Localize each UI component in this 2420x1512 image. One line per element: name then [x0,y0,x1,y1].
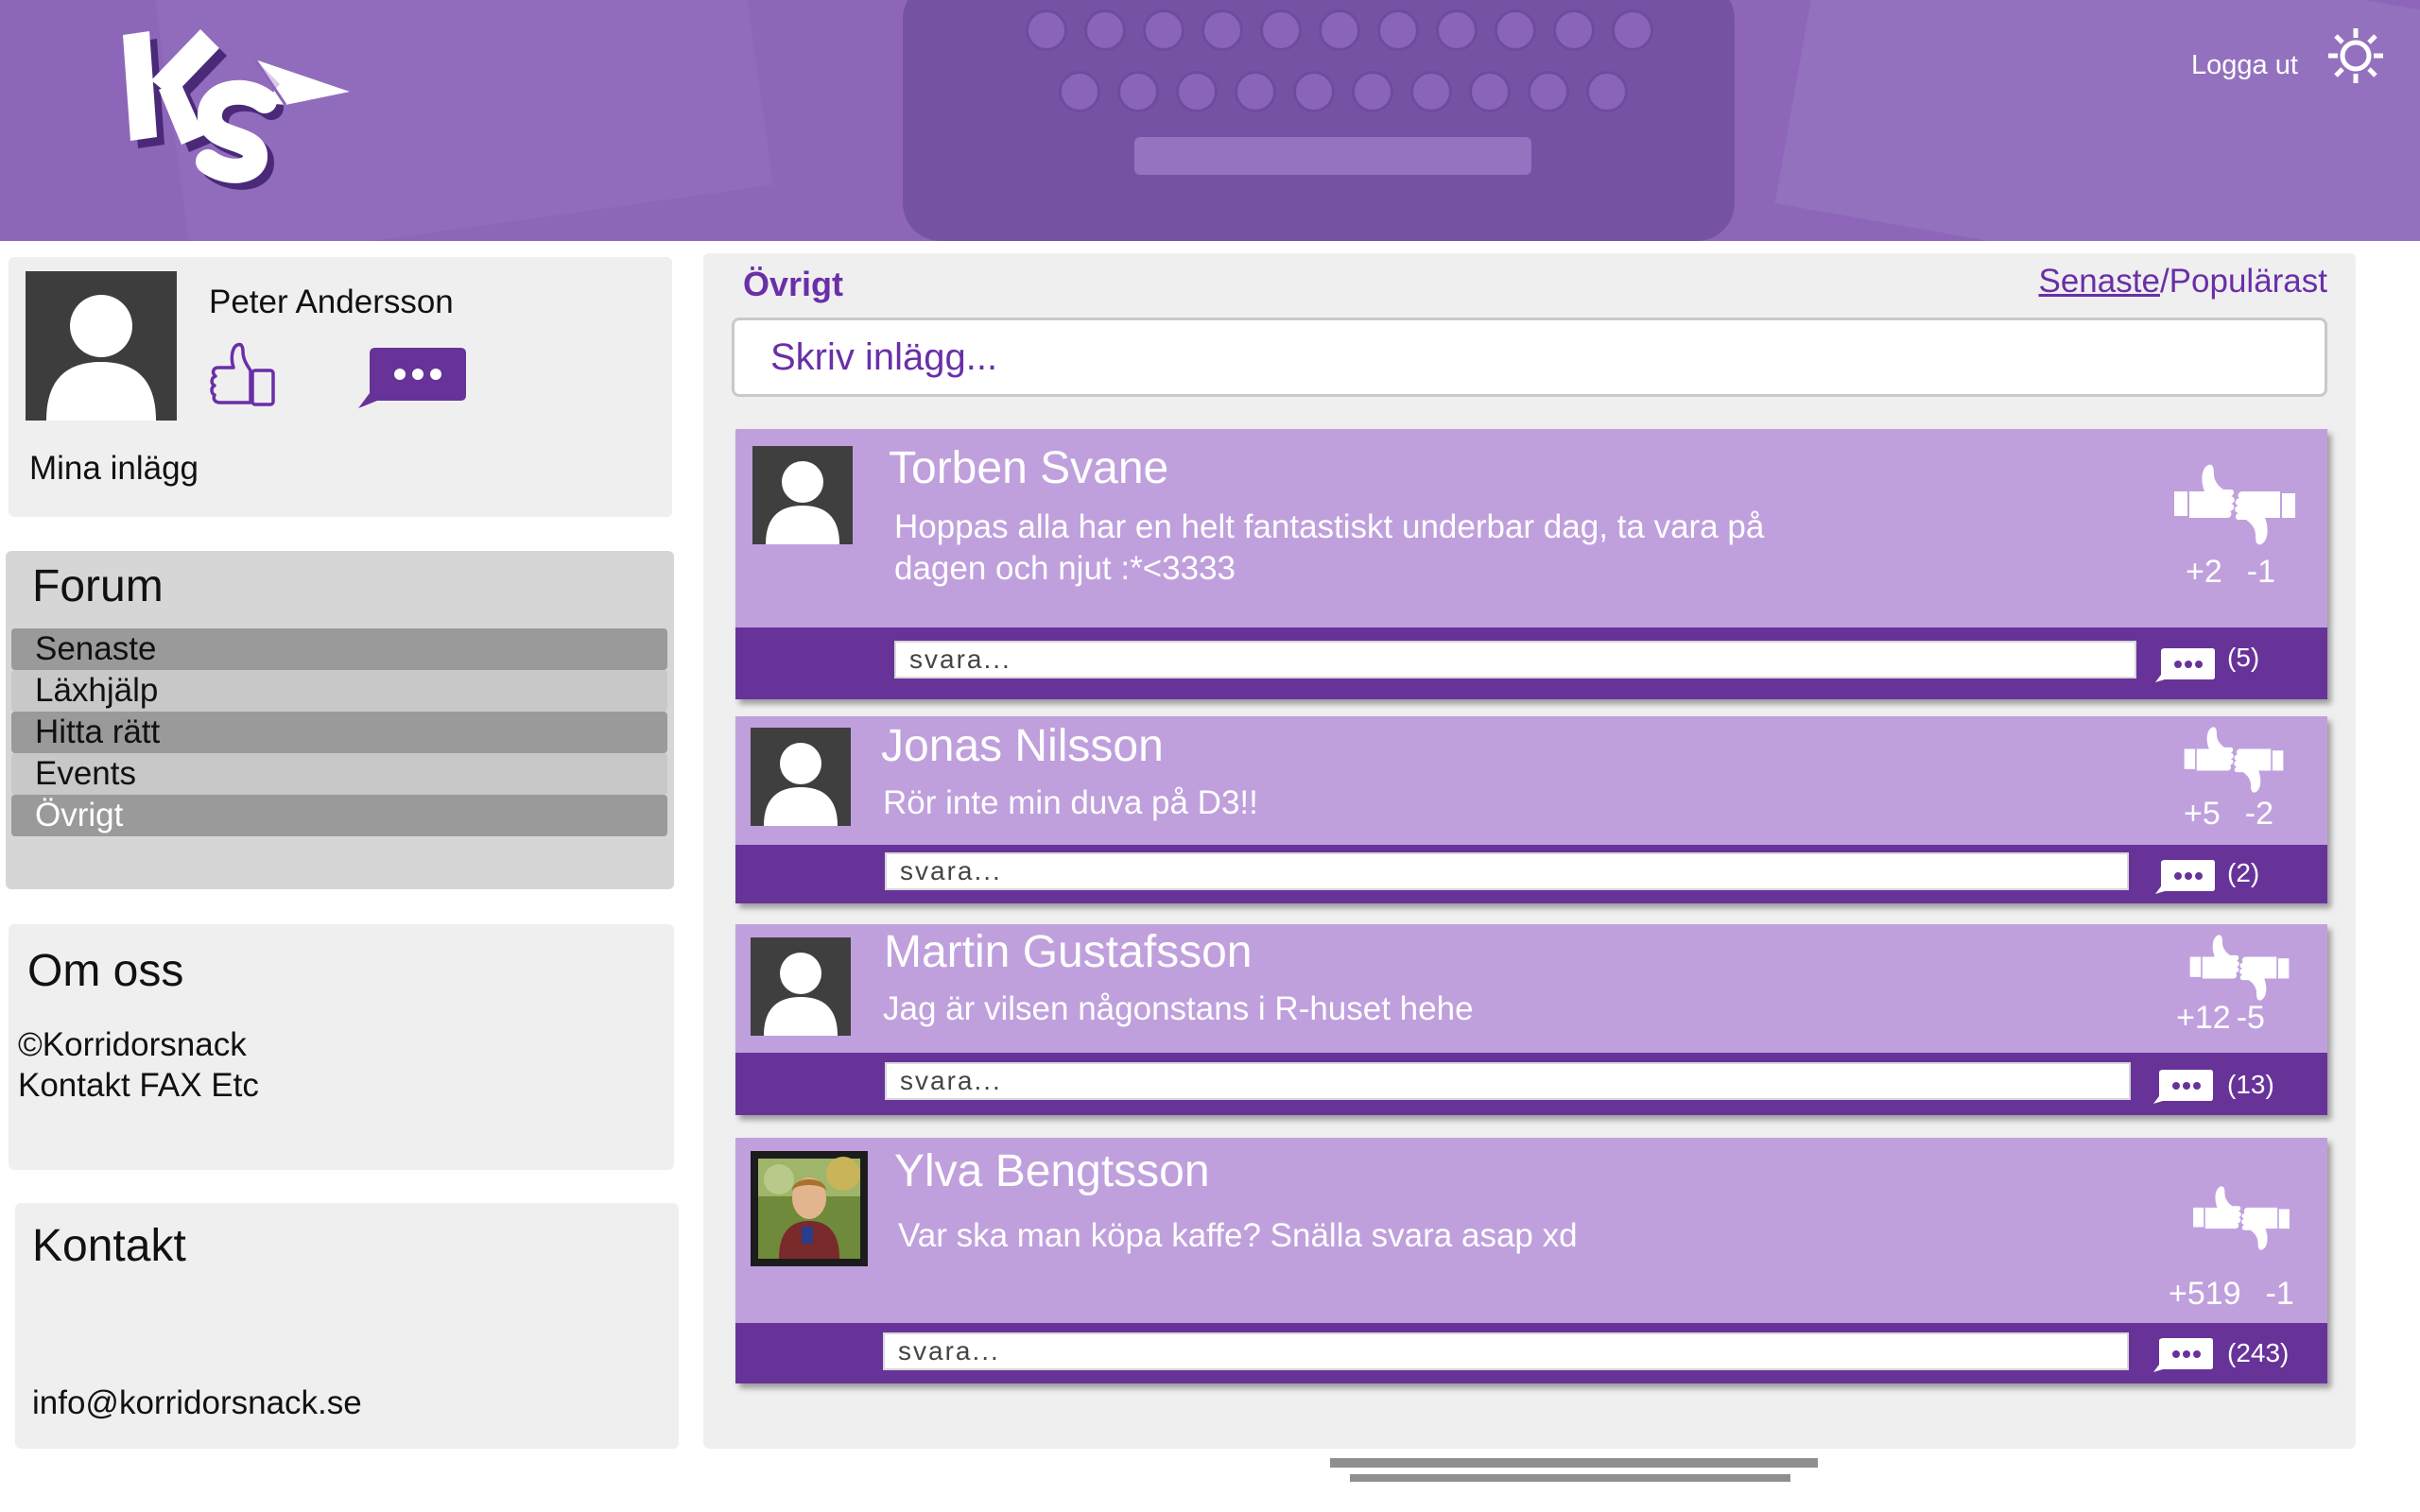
gear-icon[interactable] [2325,26,2386,86]
comment-count[interactable]: (5) [2227,643,2259,673]
post-reply-bar: (5) [735,627,2327,699]
upvote-count: +12 [2176,1000,2231,1036]
forum-item-senaste[interactable]: Senaste [11,628,667,670]
vote-counts: +519 -1 [2169,1276,2294,1313]
contact-panel: Kontakt info@korridorsnack.se [15,1203,679,1449]
thumbs-up-icon[interactable] [207,342,279,408]
forum-item-ovrigt[interactable]: Övrigt [11,795,667,836]
ks-logo-icon[interactable] [113,24,369,198]
sort-latest-link[interactable]: Senaste [2039,263,2160,300]
avatar[interactable] [26,271,177,421]
header-bg-paper-right [1774,0,2420,241]
post-text-line: Var ska man köpa kaffe? Snälla svara asa… [898,1217,1578,1254]
header-bg-typewriter [903,0,1735,241]
post-text-line: dagen och njut :*<3333 [894,550,1236,587]
vote-counts: +5 -2 [2184,796,2273,833]
section-title: Övrigt [743,265,844,303]
feed-panel: Övrigt Senaste/Populärast Torben Svane H… [703,253,2356,1449]
new-post-input[interactable] [732,318,2327,397]
avatar[interactable] [751,937,851,1036]
reply-input[interactable] [894,641,2136,679]
thumbs-vote-icon[interactable] [2182,726,2286,794]
post-author[interactable]: Martin Gustafsson [884,926,1252,978]
comment-bubble-icon[interactable] [2155,646,2216,682]
scroll-indicator-shadow [1350,1474,1790,1482]
post-card: Ylva Bengtsson Var ska man köpa kaffe? S… [735,1138,2327,1383]
post-reply-bar: (2) [735,845,2327,903]
comment-bubble-icon[interactable] [2153,1336,2214,1372]
post-body: Torben Svane Hoppas alla har en helt fan… [735,429,2327,627]
post-card: Jonas Nilsson Rör inte min duva på D3!! … [735,716,2327,903]
post-text-line: Jag är vilsen någonstans i R-huset hehe [883,990,1474,1027]
downvote-count: -2 [2244,796,2273,832]
thumbs-vote-icon[interactable] [2187,934,2291,1002]
downvote-count: -1 [2265,1276,2294,1312]
post-card: Torben Svane Hoppas alla har en helt fan… [735,429,2327,699]
reply-input[interactable] [883,1332,2129,1370]
contact-email[interactable]: info@korridorsnack.se [32,1384,362,1422]
forum-nav: Forum Senaste Läxhjälp Hitta rätt Events… [6,551,674,889]
post-author[interactable]: Ylva Bengtsson [894,1145,1210,1197]
thumbs-vote-icon[interactable] [2172,463,2297,546]
post-text-line: Hoppas alla har en helt fantastiskt unde… [894,508,1765,545]
vote-counts: +2 -1 [2186,554,2275,591]
post-body: Martin Gustafsson Jag är vilsen någonsta… [735,924,2327,1053]
sort-separator: / [2159,263,2169,300]
forum-list: Senaste Läxhjälp Hitta rätt Events Övrig… [11,628,667,836]
forum-item-events[interactable]: Events [11,753,667,795]
my-posts-link[interactable]: Mina inlägg [29,450,199,488]
profile-name: Peter Andersson [209,284,454,320]
copyright-text: ©Korridorsnack [18,1026,247,1063]
post-body: Ylva Bengtsson Var ska man köpa kaffe? S… [735,1138,2327,1323]
downvote-count: -5 [2236,1000,2265,1036]
forum-title: Forum [32,561,164,611]
thumbs-vote-icon[interactable] [2191,1185,2291,1251]
comment-count[interactable]: (2) [2227,858,2259,888]
comment-count[interactable]: (13) [2227,1070,2274,1100]
post-author[interactable]: Torben Svane [889,442,1168,494]
logout-link[interactable]: Logga ut [2191,50,2298,81]
post-reply-bar: (13) [735,1053,2327,1115]
comment-bubble-icon[interactable] [2153,1068,2214,1104]
forum-item-hitta-ratt[interactable]: Hitta rätt [11,712,667,753]
contact-info-text: Kontakt FAX Etc [18,1067,259,1104]
post-card: Martin Gustafsson Jag är vilsen någonsta… [735,924,2327,1115]
comment-count[interactable]: (243) [2227,1338,2289,1368]
forum-item-laxhjalp[interactable]: Läxhjälp [11,670,667,712]
header-banner: Logga ut [0,0,2420,241]
vote-counts: +12 -5 [2176,1000,2265,1037]
header-bg-spacebar [1134,137,1531,175]
about-panel: Om oss ©Korridorsnack Kontakt FAX Etc [9,924,674,1170]
post-author[interactable]: Jonas Nilsson [881,720,1164,772]
sort-popular-link[interactable]: Populärast [2169,263,2327,300]
post-body: Jonas Nilsson Rör inte min duva på D3!! … [735,716,2327,845]
upvote-count: +5 [2184,796,2221,832]
upvote-count: +2 [2186,554,2222,590]
sort-links: Senaste/Populärast [2039,263,2328,301]
avatar[interactable] [751,728,851,826]
downvote-count: -1 [2246,554,2275,590]
contact-title: Kontakt [32,1221,186,1271]
profile-card: Peter Andersson Mina inlägg [9,257,672,517]
post-text-line: Rör inte min duva på D3!! [883,784,1258,821]
scroll-indicator[interactable] [1330,1458,1818,1468]
comment-bubble-icon[interactable] [2155,858,2216,894]
post-reply-bar: (243) [735,1323,2327,1383]
avatar-photo[interactable] [751,1151,868,1266]
upvote-count: +519 [2169,1276,2241,1312]
chat-bubble-icon[interactable] [356,344,468,408]
reply-input[interactable] [885,1062,2131,1100]
reply-input[interactable] [885,852,2129,890]
about-title: Om oss [27,946,184,996]
avatar[interactable] [752,446,853,544]
